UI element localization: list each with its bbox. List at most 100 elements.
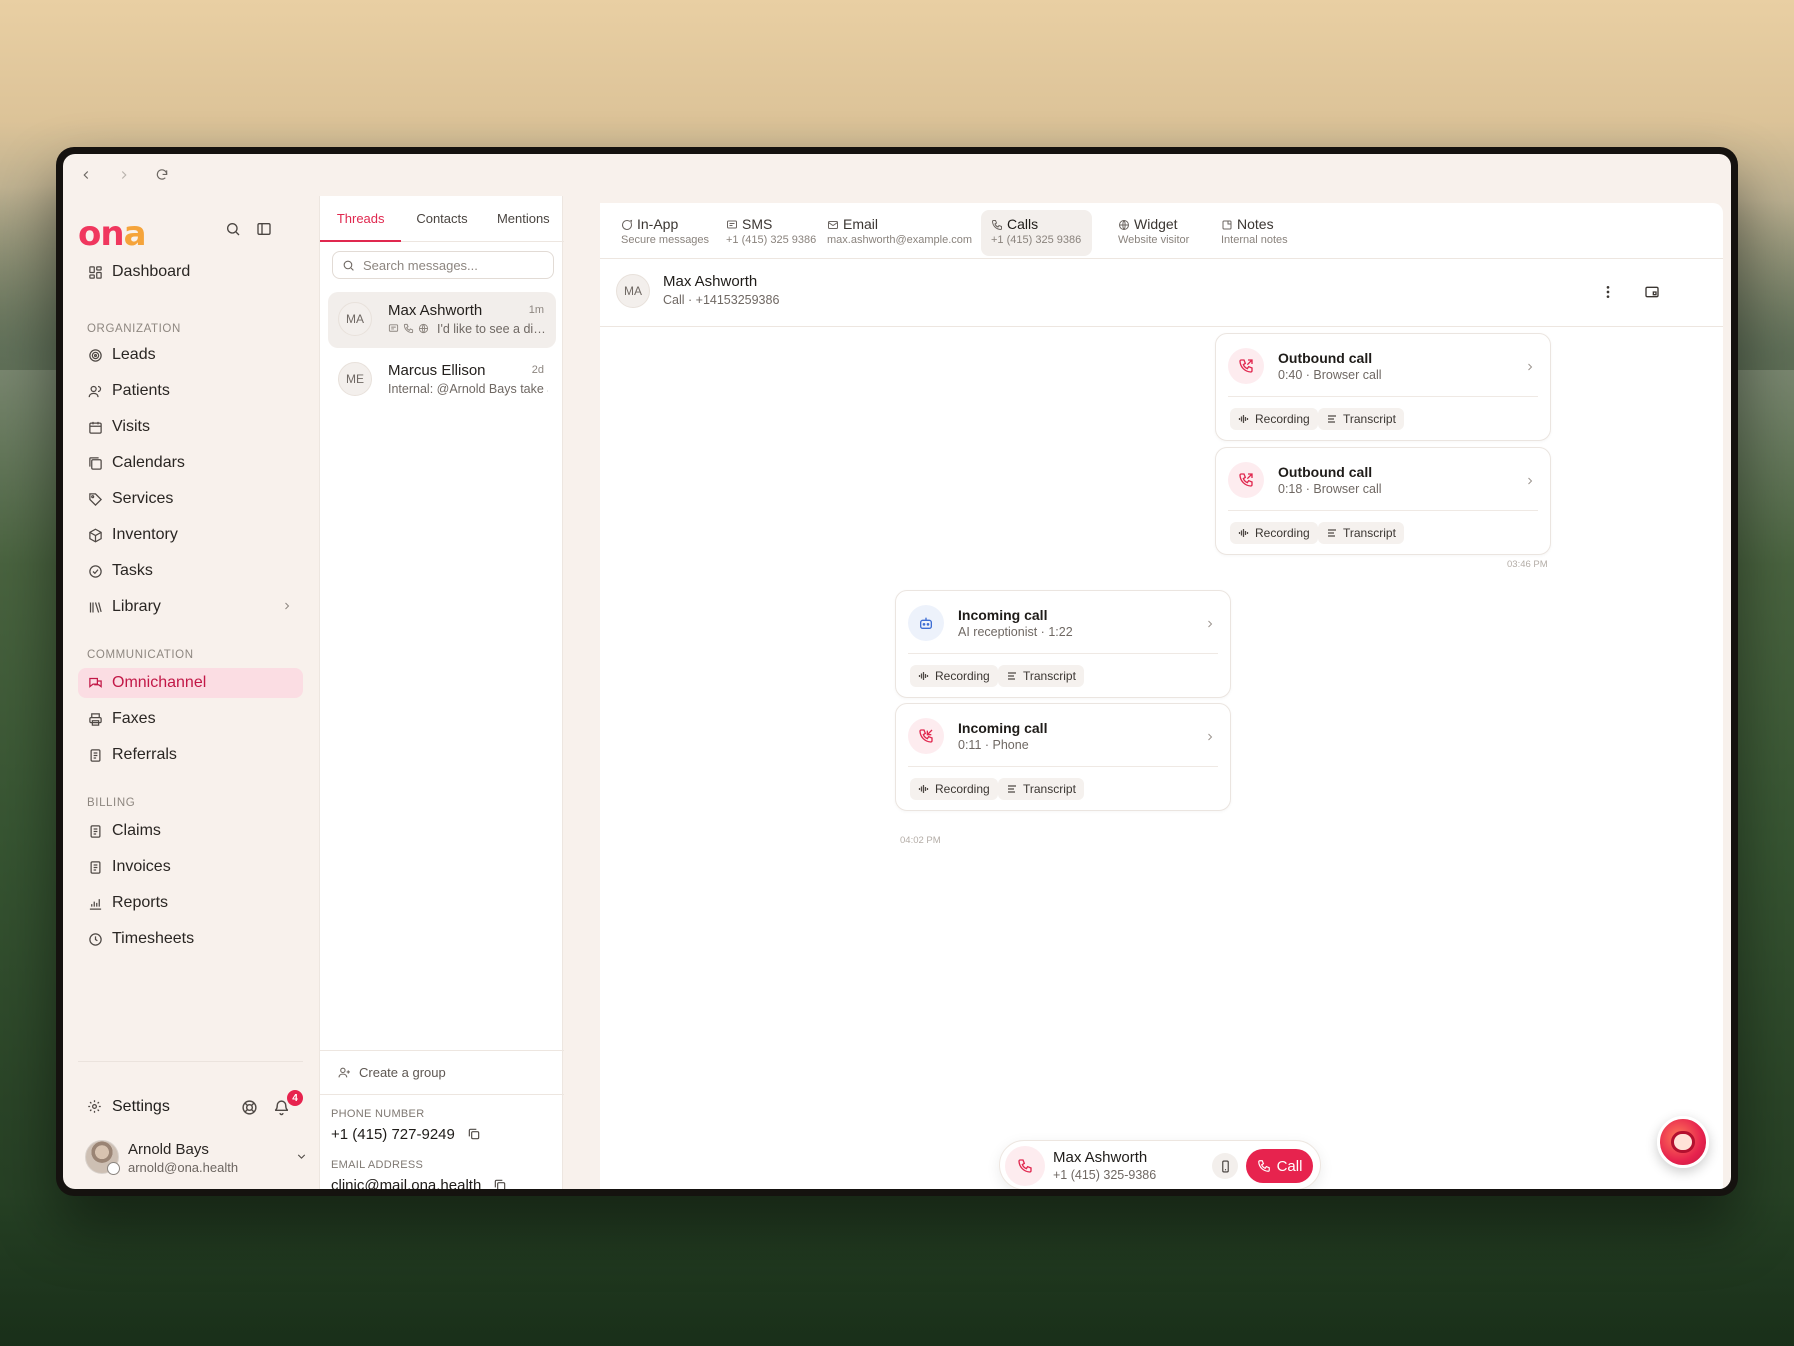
- settings-label: Settings: [112, 1098, 170, 1115]
- text-lines-icon: [1326, 527, 1338, 539]
- search-icon[interactable]: [222, 218, 244, 240]
- sidebar-item-invoices[interactable]: Invoices: [78, 852, 303, 882]
- call-card[interactable]: Outbound call 0:40 · Browser call Record…: [1215, 333, 1551, 441]
- user-menu[interactable]: Arnold Bays arnold@ona.health: [85, 1138, 310, 1178]
- transcript-button[interactable]: Transcript: [1318, 522, 1404, 544]
- outbound-call-icon: [1228, 348, 1264, 384]
- calendars-icon: [87, 455, 103, 471]
- sidebar-item-dashboard[interactable]: Dashboard: [78, 257, 303, 287]
- conversation-panel: In-App Secure messages SMS +1 (415) 325 …: [600, 203, 1723, 1189]
- users-icon: [338, 1066, 351, 1079]
- thread-preview: I'd like to see a diatician: [388, 322, 548, 336]
- transcript-button[interactable]: Transcript: [998, 665, 1084, 687]
- forward-icon[interactable]: [115, 166, 133, 184]
- clock-icon: [87, 931, 103, 947]
- tab-calls[interactable]: Calls +1 (415) 325 9386: [981, 210, 1092, 256]
- text-lines-icon: [1006, 670, 1018, 682]
- sidebar-item-leads[interactable]: Leads: [78, 340, 303, 370]
- dashboard-icon: [87, 264, 103, 280]
- transcript-label: Transcript: [1343, 526, 1396, 540]
- back-icon[interactable]: [77, 166, 95, 184]
- sidebar-toggle-icon[interactable]: [253, 218, 275, 240]
- tab-contacts[interactable]: Contacts: [401, 196, 482, 241]
- mail-icon: [827, 218, 839, 230]
- tab-email[interactable]: Email max.ashworth@example.com: [817, 210, 982, 256]
- status-clock-icon: [107, 1162, 120, 1175]
- call-subtitle: 0:40 · Browser call: [1278, 368, 1382, 382]
- panel-toggle-icon[interactable]: [1644, 284, 1660, 300]
- sidebar-item-timesheets[interactable]: Timesheets: [78, 924, 303, 954]
- tab-notes[interactable]: Notes Internal notes: [1211, 210, 1298, 256]
- search-messages-field[interactable]: Search messages...: [332, 251, 554, 279]
- sidebar-item-reports[interactable]: Reports: [78, 888, 303, 918]
- users-icon: [87, 383, 103, 399]
- thread-item-marcus-ellison[interactable]: ME Marcus Ellison 2d Internal: @Arnold B…: [328, 352, 556, 408]
- sidebar-item-library[interactable]: Library: [78, 592, 303, 622]
- copy-icon[interactable]: [467, 1127, 482, 1142]
- chevron-right-icon: [1204, 617, 1216, 629]
- transcript-label: Transcript: [1343, 412, 1396, 426]
- recording-button[interactable]: Recording: [1230, 522, 1318, 544]
- device-select-button[interactable]: [1212, 1153, 1238, 1179]
- app-window: ona Dashboard ORGANIZATION Leads Patient…: [63, 154, 1731, 1189]
- message-timestamp: 03:46 PM: [1507, 559, 1548, 570]
- copy-icon[interactable]: [493, 1178, 508, 1189]
- divider: [1228, 396, 1538, 397]
- call-card[interactable]: Incoming call 0:11 · Phone Recording Tra…: [895, 703, 1231, 811]
- ona-logo[interactable]: ona: [78, 214, 147, 254]
- sidebar-item-settings[interactable]: Settings: [78, 1092, 303, 1122]
- conversation-header: MA Max Ashworth Call · +14153259386: [600, 259, 1723, 327]
- recording-button[interactable]: Recording: [910, 665, 998, 687]
- sidebar: ona Dashboard ORGANIZATION Leads Patient…: [63, 196, 318, 1189]
- box-icon: [87, 527, 103, 543]
- assistant-fab[interactable]: [1657, 1116, 1709, 1168]
- sidebar-item-patients[interactable]: Patients: [78, 376, 303, 406]
- tab-in-app[interactable]: In-App Secure messages: [611, 210, 719, 256]
- tab-label: SMS: [742, 216, 773, 232]
- divider: [908, 653, 1218, 654]
- sidebar-item-calendars[interactable]: Calendars: [78, 448, 303, 478]
- tab-mentions[interactable]: Mentions: [483, 196, 564, 241]
- sidebar-item-services[interactable]: Services: [78, 484, 303, 514]
- tab-widget[interactable]: Widget Website visitor: [1108, 210, 1199, 256]
- sidebar-item-label: Leads: [112, 346, 156, 363]
- sidebar-item-tasks[interactable]: Tasks: [78, 556, 303, 586]
- tab-sms[interactable]: SMS +1 (415) 325 9386: [716, 210, 826, 256]
- sidebar-item-inventory[interactable]: Inventory: [78, 520, 303, 550]
- tab-sublabel: Secure messages: [621, 234, 710, 246]
- divider: [320, 1050, 564, 1051]
- contact-name: Max Ashworth: [663, 273, 758, 290]
- reload-icon[interactable]: [153, 166, 171, 184]
- sidebar-item-visits[interactable]: Visits: [78, 412, 303, 442]
- recording-button[interactable]: Recording: [910, 778, 998, 800]
- sidebar-item-claims[interactable]: Claims: [78, 816, 303, 846]
- call-card[interactable]: Outbound call 0:18 · Browser call Record…: [1215, 447, 1551, 555]
- tab-label: In-App: [637, 216, 679, 232]
- thread-item-max-ashworth[interactable]: MA Max Ashworth 1m I'd like to see a dia…: [328, 292, 556, 348]
- transcript-button[interactable]: Transcript: [998, 778, 1084, 800]
- sidebar-item-omnichannel[interactable]: Omnichannel: [78, 668, 303, 698]
- thread-preview-text: I'd like to see a diatician: [437, 322, 548, 336]
- more-vertical-icon[interactable]: [1600, 284, 1616, 300]
- sidebar-item-faxes[interactable]: Faxes: [78, 704, 303, 734]
- tab-threads[interactable]: Threads: [320, 196, 402, 242]
- call-button[interactable]: Call: [1246, 1149, 1313, 1183]
- sidebar-item-label: Faxes: [112, 710, 156, 727]
- phone-number-text: +1 (415) 727-9249: [331, 1126, 455, 1143]
- help-icon[interactable]: [241, 1099, 259, 1117]
- create-group-button[interactable]: Create a group: [338, 1065, 446, 1080]
- call-title: Incoming call: [958, 607, 1048, 623]
- sidebar-item-referrals[interactable]: Referrals: [78, 740, 303, 770]
- text-lines-icon: [1006, 783, 1018, 795]
- call-card[interactable]: Incoming call AI receptionist · 1:22 Rec…: [895, 590, 1231, 698]
- phone-icon: [1257, 1159, 1271, 1173]
- recording-button[interactable]: Recording: [1230, 408, 1318, 430]
- contact-subtitle: Call · +14153259386: [663, 293, 780, 307]
- assistant-chat-icon: [1671, 1131, 1695, 1153]
- recording-label: Recording: [1255, 526, 1310, 540]
- transcript-button[interactable]: Transcript: [1318, 408, 1404, 430]
- waveform-icon: [918, 783, 930, 795]
- waveform-icon: [918, 670, 930, 682]
- recording-label: Recording: [935, 782, 990, 796]
- tab-sublabel: +1 (415) 325 9386: [726, 234, 817, 246]
